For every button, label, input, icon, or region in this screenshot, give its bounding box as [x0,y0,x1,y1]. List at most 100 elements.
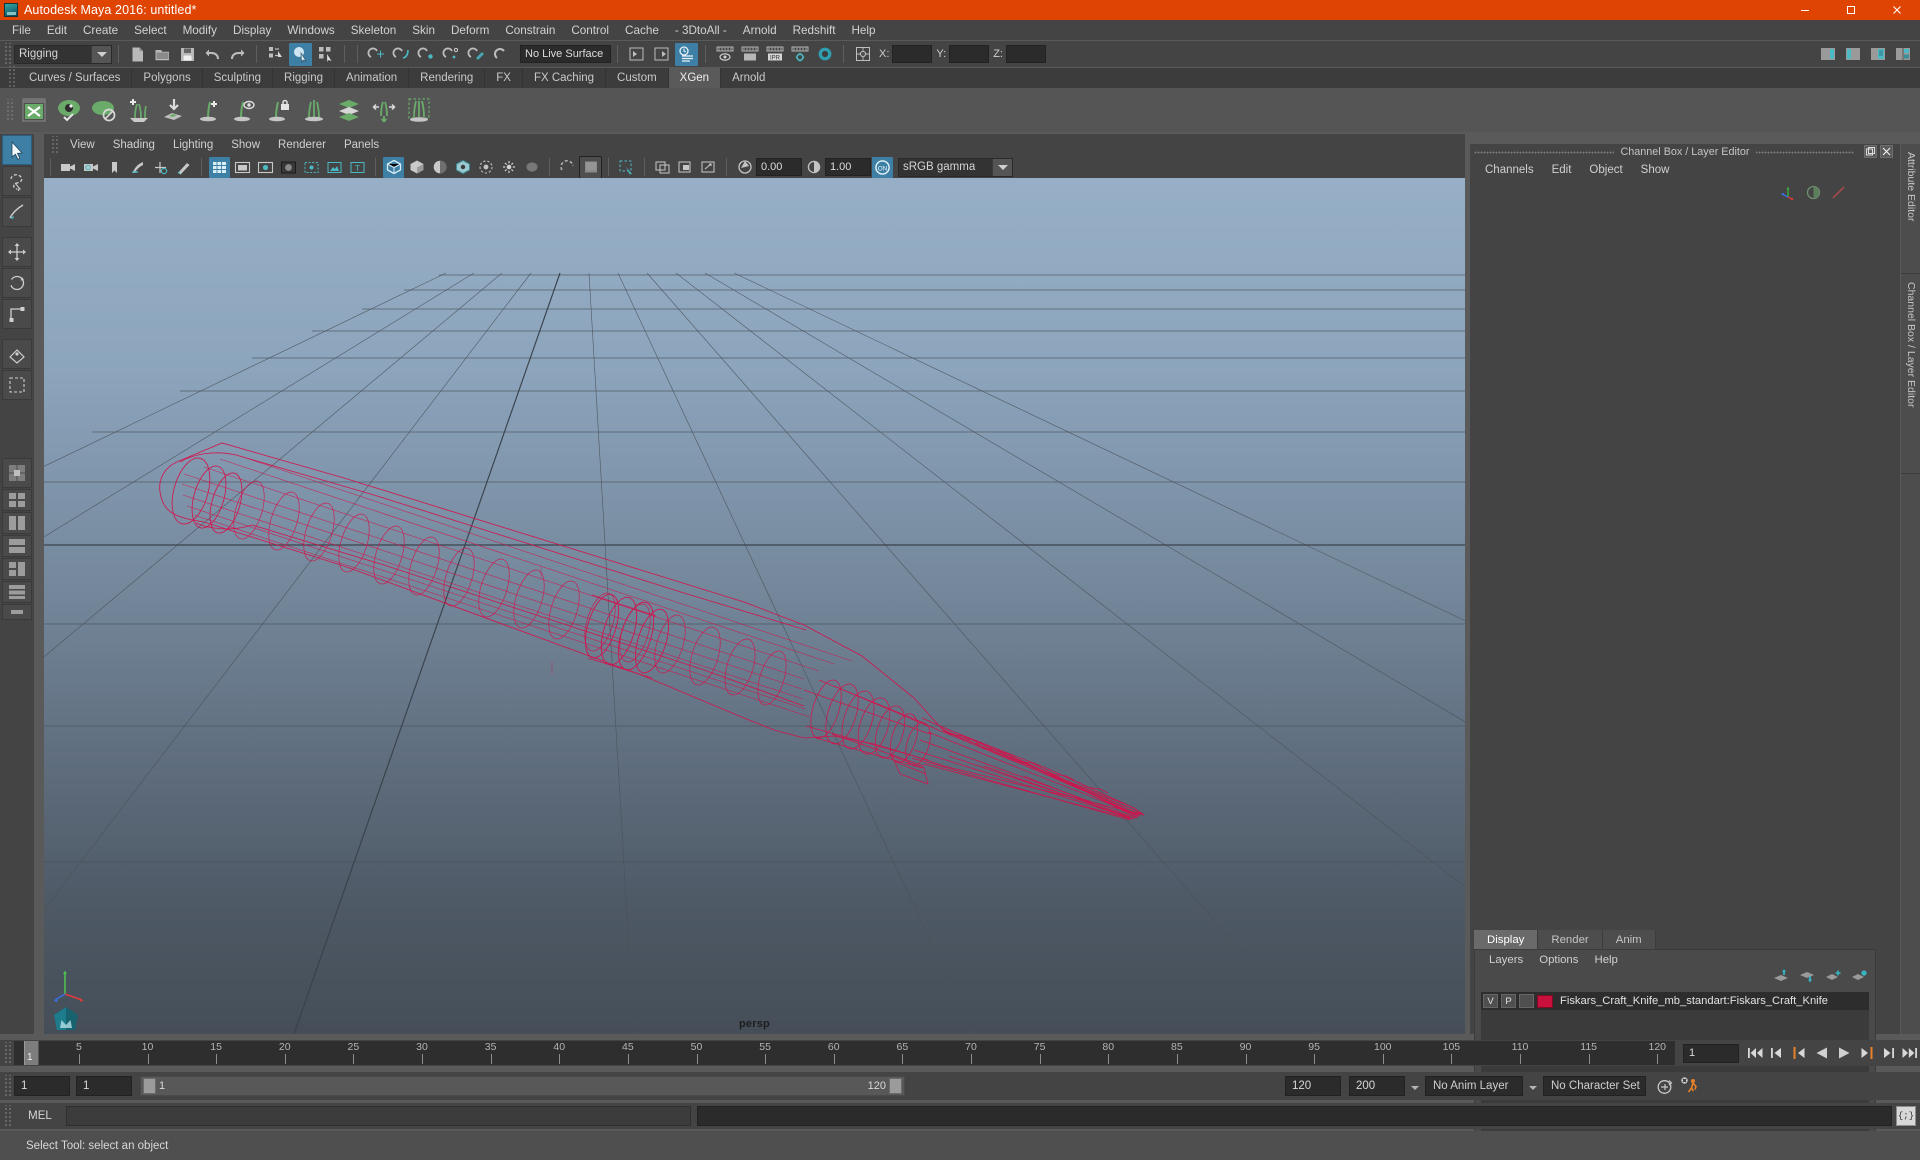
two-d-pan-zoom-icon[interactable] [150,157,171,178]
menu-windows[interactable]: Windows [279,22,342,39]
snap-to-grid-icon[interactable] [365,43,388,66]
toggle-xray-icon[interactable] [851,43,874,66]
select-by-object-icon[interactable] [289,42,312,66]
channelbox-menu-show[interactable]: Show [1632,163,1679,177]
time-cursor[interactable]: 1 [24,1041,39,1065]
minimize-icon[interactable] [1782,0,1828,20]
chevron-down-icon[interactable] [91,45,111,63]
shadows-icon[interactable] [475,157,496,178]
menu-display[interactable]: Display [225,22,279,39]
time-slider-grip[interactable] [3,1042,12,1064]
character-set-dropdown[interactable]: No Character Set [1543,1076,1646,1096]
single-perspective-layout-icon[interactable] [2,458,32,488]
new-layer-icon[interactable] [1825,969,1841,988]
anim-end-field[interactable]: 200 [1349,1076,1405,1096]
channelbox-menu-edit[interactable]: Edit [1543,163,1581,177]
menu-arnold[interactable]: Arnold [735,22,785,39]
move-layer-down-icon[interactable] [1799,969,1815,988]
xgen-window-icon[interactable] [18,95,49,126]
range-slider-bar[interactable]: 1 120 [140,1076,905,1096]
go-to-end-icon[interactable] [1899,1042,1920,1064]
shelf-tab-xgen[interactable]: XGen [668,68,722,88]
mirror-guides-icon[interactable] [298,95,329,126]
range-start-handle[interactable] [143,1078,156,1094]
ipr-render-icon[interactable]: IPR [763,43,786,66]
use-all-lights-icon[interactable] [452,157,473,178]
persp-graph-layout-icon[interactable] [2,535,32,557]
exposure-icon[interactable] [734,157,755,178]
color-space-dropdown[interactable]: sRGB gamma [898,157,1013,177]
layer-name[interactable]: Fiskars_Craft_Knife_mb_standart:Fiskars_… [1560,995,1828,1007]
tangent-toggle-icon[interactable] [1831,185,1846,205]
rotate-tool-icon[interactable] [2,268,32,298]
layer-row[interactable]: V P Fiskars_Craft_Knife_mb_standart:Fisk… [1481,992,1869,1010]
z-field[interactable] [1005,45,1046,63]
close-panel-icon[interactable] [1880,145,1893,158]
screen-space-ao-icon[interactable] [498,157,519,178]
snap-to-view-plane-icon[interactable] [465,43,488,66]
select-guides-icon[interactable] [403,95,434,126]
statusline-grip[interactable] [3,43,12,65]
menu-skin[interactable]: Skin [404,22,443,39]
gamma-field[interactable]: 1.00 [825,158,871,176]
grid-display-icon[interactable] [209,156,230,178]
command-language-label[interactable]: MEL [14,1110,66,1122]
auto-keyframe-icon[interactable] [1654,1075,1675,1097]
depth-of-field-icon[interactable] [579,155,602,179]
multisample-icon[interactable] [557,157,578,178]
viewport-menu-view[interactable]: View [61,137,104,153]
chevron-down-icon[interactable] [1411,1077,1419,1095]
hypershade-persp-layout-icon[interactable] [2,558,32,580]
menu-cache[interactable]: Cache [617,22,667,39]
range-end-field[interactable]: 120 [1285,1076,1341,1096]
make-live-icon[interactable] [490,43,513,66]
hud-icon[interactable] [301,157,322,178]
anim-layer-dropdown[interactable]: No Anim Layer [1425,1076,1523,1096]
new-scene-icon[interactable] [126,43,149,66]
shelf-tab-fx-caching[interactable]: FX Caching [522,68,607,88]
shelf-tab-animation[interactable]: Animation [335,68,410,88]
image-plane-icon[interactable] [127,157,148,178]
preview-visible-icon[interactable] [53,95,84,126]
manip-axis-icon[interactable] [1780,184,1796,205]
four-view-layout-icon[interactable] [2,489,32,511]
time-slider-track[interactable]: 1 5 10 15 20 25 30 35 40 45 50 55 60 65 70 75 80 85 90 95 1… [14,1041,1675,1065]
grease-pencil-icon[interactable] [173,157,194,178]
isolate-select-icon[interactable] [616,157,637,178]
shelf-tab-fx[interactable]: FX [485,68,523,88]
color-management-toggle-icon[interactable]: ON [872,156,893,178]
animation-preferences-icon[interactable] [1679,1075,1700,1097]
viewport-menu-panels[interactable]: Panels [335,137,388,153]
step-back-frame-icon[interactable] [1767,1042,1788,1064]
wireframe-shading-icon[interactable] [383,156,404,178]
gamma-icon[interactable] [803,157,824,178]
range-end-handle[interactable] [889,1078,902,1094]
sidebar-layer-editor-icon[interactable] [1891,43,1914,66]
step-forward-key-icon[interactable] [1855,1042,1876,1064]
live-surface-field[interactable]: No Live Surface [520,45,611,63]
range-slider-grip[interactable] [3,1075,12,1097]
render-current-frame-icon[interactable] [713,43,736,66]
menu-redshift[interactable]: Redshift [785,22,844,39]
shelf-tab-rendering[interactable]: Rendering [409,68,486,88]
add-guides-icon[interactable] [123,95,154,126]
go-to-start-icon[interactable] [1745,1042,1766,1064]
add-guide-icon[interactable] [193,95,224,126]
shelf-grip[interactable] [7,66,16,88]
outliner-persp-layout-icon[interactable] [2,604,32,620]
gate-mask-icon[interactable] [278,157,299,178]
layer-menu-options[interactable]: Options [1531,953,1586,967]
menu-create[interactable]: Create [75,22,126,39]
image-plane-toggle-icon[interactable] [324,157,345,178]
viewport-menu-lighting[interactable]: Lighting [164,137,222,153]
universal-manipulator-icon[interactable] [2,339,32,369]
script-editor-icon[interactable]: {;} [1896,1106,1916,1126]
command-line-grip[interactable] [3,1105,12,1127]
motion-blur-icon[interactable] [521,157,542,178]
redo-icon[interactable] [226,43,249,66]
scale-guides-icon[interactable] [368,95,399,126]
menu-file[interactable]: File [4,22,39,39]
restore-icon[interactable] [1828,0,1874,20]
sidebar-tool-settings-icon[interactable] [1841,43,1864,66]
menu-3dtoall[interactable]: - 3DtoAll - [667,22,735,39]
